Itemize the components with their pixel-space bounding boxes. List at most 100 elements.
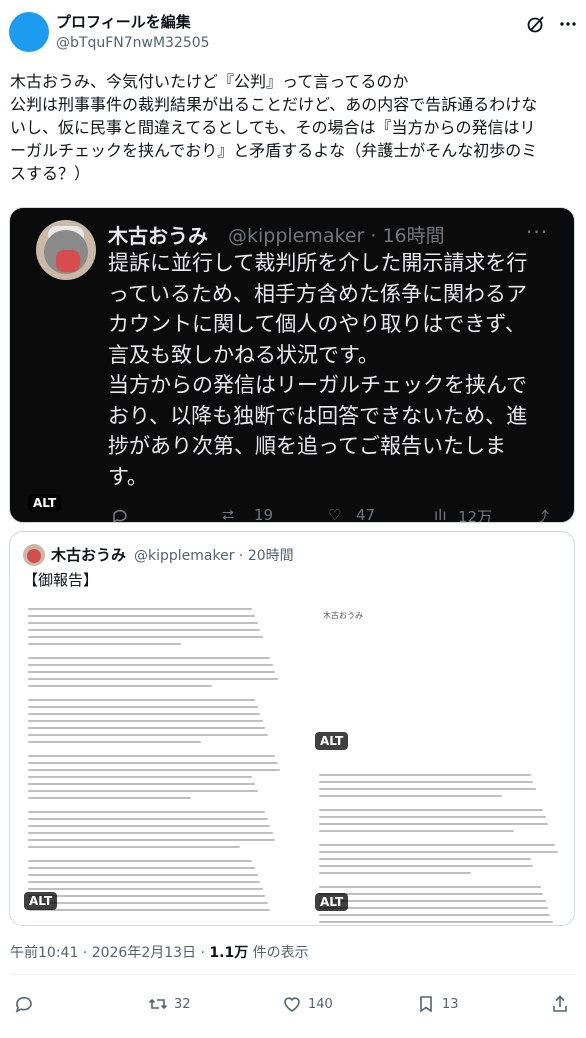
post-line-2: 公判は刑事事件の裁判結果が出ることだけど、あの内容で告訴通るわけな いし、仮に民… — [10, 95, 538, 183]
more-icon[interactable] — [558, 14, 578, 34]
document-text-line — [28, 762, 278, 764]
document-text-line — [28, 678, 278, 680]
document-text-line — [319, 823, 548, 825]
like-button[interactable]: 140 — [282, 992, 333, 1016]
document-text-line — [28, 664, 273, 666]
document-text-line — [28, 608, 253, 610]
grok-icon[interactable] — [526, 14, 546, 34]
user-handle[interactable]: @bTquFN7nwM32505 — [56, 34, 210, 52]
document-text-line — [28, 643, 181, 645]
divider — [10, 974, 576, 975]
document-text-line — [28, 867, 255, 869]
retweet-icon — [148, 998, 168, 1010]
document-text-line — [28, 699, 255, 701]
document-text-line — [319, 795, 503, 797]
document-author: 木古おうみ — [323, 611, 363, 620]
document-text-line — [319, 865, 534, 867]
alt-badge[interactable]: ALT — [28, 494, 62, 512]
embedded-reply-icon — [113, 509, 127, 522]
embedded-paragraph-1: 提訴に並行して裁判所を介した開示請求を行 っているため、相手方含めた係争に関わる… — [108, 251, 528, 367]
view-count-label: 件の表示 — [248, 945, 309, 961]
document-text-line — [28, 825, 271, 827]
embedded-body: 提訴に並行して裁判所を介した開示請求を行 っているため、相手方含めた係争に関わる… — [108, 248, 554, 492]
document-text-line — [28, 790, 258, 792]
document-text-line — [319, 872, 471, 874]
document-text-line — [28, 797, 192, 799]
screenshot-image[interactable]: 木古おうみ @kipplemaker · 16時間 ··· 提訴に並行して裁判所… — [9, 207, 575, 523]
embedded-retweet-icon: ⮂ — [222, 506, 235, 523]
quoted-image-1[interactable]: ALT — [10, 596, 299, 925]
share-icon — [553, 995, 567, 1012]
display-name[interactable]: プロフィールを編集 — [56, 12, 191, 32]
document-text-line — [28, 629, 261, 631]
document-text-line — [28, 783, 255, 785]
document-text-line — [28, 741, 202, 743]
post-timestamp[interactable]: 午前10:41 · 2026年2月13日 · — [10, 945, 209, 961]
post-meta: 午前10:41 · 2026年2月13日 · 1.1万 件の表示 — [10, 942, 309, 962]
post-header: プロフィールを編集 @bTquFN7nwM32505 — [0, 0, 586, 64]
reply-icon — [15, 996, 32, 1013]
quoted-images: ALT 木古おうみ ALT ALT — [10, 596, 574, 925]
document-text-line — [319, 788, 536, 790]
document-text-line — [28, 860, 253, 862]
document-text-line — [319, 886, 541, 888]
document-text-line — [319, 837, 553, 839]
embedded-retweet-count: 19 — [254, 506, 274, 523]
document-text-line — [28, 811, 266, 813]
post-text: 木古おうみ、今気付いたけど『公判』って言ってるのか 公判は刑事事件の裁判結果が出… — [10, 70, 576, 185]
alt-badge[interactable]: ALT — [315, 732, 349, 750]
document-text-line — [319, 914, 551, 916]
post-line-1: 木古おうみ、今気付いたけど『公判』って言ってるのか — [10, 72, 409, 91]
embedded-like-count: 47 — [356, 506, 376, 523]
embedded-like-icon: ♡ — [328, 506, 342, 523]
quoted-image-3[interactable]: ALT — [301, 762, 574, 925]
document-text-line — [28, 692, 252, 694]
document-text-line — [28, 650, 268, 652]
bookmark-icon — [420, 996, 432, 1013]
retweet-count: 32 — [174, 996, 191, 1012]
reply-button[interactable] — [14, 992, 40, 1016]
document-text-line — [28, 846, 240, 848]
document-text-line — [319, 851, 558, 853]
document-text-line — [28, 832, 273, 834]
avatar[interactable] — [9, 12, 49, 52]
retweet-button[interactable]: 32 — [148, 992, 191, 1016]
document-text-line — [28, 671, 276, 673]
document-text-line — [28, 881, 261, 883]
document-text-line — [28, 615, 255, 617]
embedded-handle: @kipplemaker · 16時間 — [228, 225, 445, 247]
quoted-handle: @kipplemaker · 20時間 — [134, 548, 294, 564]
quoted-text: 【御報告】 — [23, 571, 99, 589]
document-text-line — [28, 748, 273, 750]
embedded-actions: ⮂ 19 ♡ 47 ılı 12万 ⤴ — [10, 506, 574, 523]
document-text-line — [319, 921, 553, 923]
document-text-line — [319, 830, 515, 832]
document-text-line — [28, 769, 281, 771]
document-text-line — [319, 893, 544, 895]
embedded-name: 木古おうみ — [108, 224, 208, 248]
document-text-line — [319, 907, 548, 909]
alt-badge[interactable]: ALT — [24, 892, 58, 910]
document-text-line — [28, 902, 268, 904]
quoted-avatar — [23, 544, 45, 566]
document-text-line — [319, 900, 546, 902]
action-bar: 32 140 13 — [0, 990, 586, 1018]
document-text-line — [28, 657, 271, 659]
document-text-line — [319, 879, 538, 881]
document-text-line — [28, 804, 263, 806]
document-text-line — [319, 802, 541, 804]
share-button[interactable] — [550, 992, 570, 1016]
quoted-name: 木古おうみ — [51, 546, 127, 564]
embedded-views-icon: ılı — [434, 506, 447, 523]
quoted-image-2[interactable]: 木古おうみ ALT — [301, 596, 574, 760]
document-text-line — [28, 776, 253, 778]
document-text-line — [28, 874, 258, 876]
bookmark-button[interactable]: 13 — [416, 992, 459, 1016]
quoted-post[interactable]: 木古おうみ @kipplemaker · 20時間 【御報告】 ALT 木古おう… — [9, 531, 575, 926]
document-text-line — [28, 853, 280, 855]
alt-badge[interactable]: ALT — [315, 893, 349, 911]
document-text-line — [28, 888, 263, 890]
document-lines — [28, 608, 283, 925]
document-text-line — [28, 706, 258, 708]
document-text-line — [319, 774, 532, 776]
